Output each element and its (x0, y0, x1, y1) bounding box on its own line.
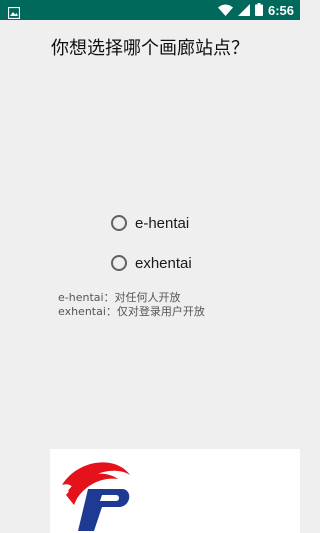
bottom-banner (50, 449, 300, 533)
radio-button-e-hentai[interactable] (111, 215, 127, 231)
info-line-e-hentai: e-hentai：对任何人开放 (58, 291, 181, 304)
status-bar: 6:56 (0, 0, 300, 20)
radio-button-exhentai[interactable] (111, 255, 127, 271)
image-icon (7, 4, 21, 20)
logo-icon (58, 455, 134, 531)
battery-icon (254, 1, 263, 20)
radio-option-exhentai[interactable]: exhentai (111, 252, 271, 274)
status-time: 6:56 (267, 2, 294, 18)
signal-icon (237, 1, 250, 20)
radio-label-exhentai: exhentai (135, 254, 192, 272)
radio-label-e-hentai: e-hentai (135, 214, 190, 232)
site-radio-group: e-hentai exhentai (111, 212, 271, 292)
site-info: e-hentai：对任何人开放 exhentai：仅对登录用户开放 (58, 291, 288, 319)
info-line-exhentai: exhentai：仅对登录用户开放 (58, 305, 205, 318)
wifi-icon (217, 1, 233, 20)
radio-option-e-hentai[interactable]: e-hentai (111, 212, 271, 234)
dialog-title: 你想选择哪个画廊站点？ (51, 38, 249, 59)
